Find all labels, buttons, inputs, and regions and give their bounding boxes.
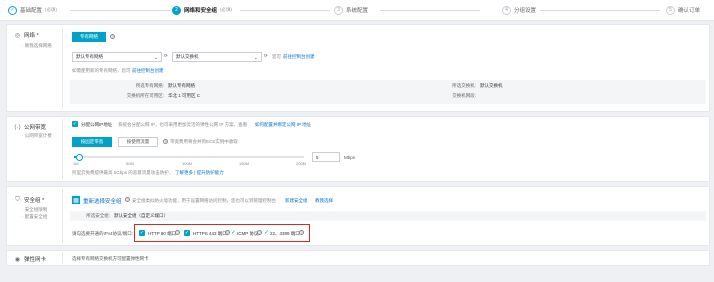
port-https-checkbox[interactable]: ✓ [184, 230, 190, 236]
shield-icon: ⛉ [15, 196, 20, 203]
chevron-down-icon: ⌄ [253, 55, 258, 61]
vswitch-hint: 您可 [272, 54, 281, 59]
public-ip-hint: 系统会分配公网 IP，也可采用更加灵活的弹性公网 IP 方案，查看 [118, 122, 248, 127]
port-icmp-label: ICMP 协议 [237, 231, 259, 236]
port-https-label: HTTPS 443 端口 [193, 231, 227, 236]
port-http-label: HTTP 80 端口 [148, 231, 177, 236]
help-icon[interactable]: ? [225, 230, 230, 235]
slider-tick: 150M [239, 161, 250, 166]
port-http-checkbox[interactable]: ✓ [139, 230, 145, 236]
step-label: 系统配置 [346, 8, 369, 14]
step-group-settings[interactable]: 4 分组设置 [502, 0, 536, 20]
network-help-link[interactable]: · 教我选择网络 [22, 43, 52, 49]
step-label: 分组设置 [514, 8, 537, 14]
public-ip-checkbox-label: 分配公网IP地址 [81, 122, 113, 127]
step-number: 4 [502, 5, 511, 15]
slider-tick: 200M [296, 161, 307, 166]
summary-key: 交换机所在可用区: [126, 93, 164, 98]
ssh-rdp-check-icon[interactable]: ✓ [264, 229, 269, 236]
public-ip-checkbox[interactable]: ✓ [72, 121, 78, 127]
grid-icon: ▦ [72, 196, 80, 204]
step-label: 确认订单 [678, 8, 701, 14]
reselect-security-group-button[interactable]: 重新选择安全组 [83, 197, 122, 205]
refresh-icon[interactable]: ⟳ [264, 53, 268, 59]
slider-tick: 100M [182, 161, 193, 166]
refresh-icon[interactable]: ⟳ [164, 53, 168, 59]
tab-vpc[interactable]: 专有网络 [72, 32, 106, 42]
step-basic-config[interactable]: ✓ 基础配置 (必填) [8, 0, 57, 20]
vpc-select[interactable]: 默认专有网络 ⌄ [72, 52, 162, 62]
panel-divider [62, 27, 63, 109]
help-icon[interactable]: ? [257, 230, 262, 235]
vpc-note: 如需使用新的专有网络，您可 [72, 68, 131, 73]
slider-tick: 1M [73, 161, 79, 166]
bandwidth-input[interactable]: 5 [312, 152, 340, 162]
panel-divider [62, 119, 63, 179]
selected-security-group-value: 默认安全组（自定义端口） [114, 213, 168, 218]
vswitch-select[interactable]: 默认交换机 ⌄ [172, 52, 262, 62]
port-ssh-rdp-label: 22、3389 端口 [270, 231, 300, 236]
public-ip-title: ⟨·⟩ 公网带宽 [14, 124, 47, 132]
security-config-link[interactable]: · 配置安全组 [22, 214, 47, 220]
security-group-hint: 安全组类似防火墙功能，用于设置网络访问控制，您也可以到管理控制台 [132, 198, 276, 203]
step-system-config[interactable]: 3 系统配置 [334, 0, 368, 20]
slider-tick: 50M [126, 161, 134, 166]
step-label: 基础配置 [20, 8, 43, 14]
ddos-footnote: 阿里云免费提供最高 5Gbps 的恶意流量攻击防护， [72, 170, 174, 175]
help-icon[interactable]: ? [175, 230, 180, 235]
summary-value: 默认专有网络 [168, 83, 195, 88]
network-title: ◎ 网络 * [14, 32, 39, 40]
step-number: 5 [666, 5, 675, 15]
summary-key: 所选专有网络: [135, 83, 164, 88]
network-summary [70, 80, 706, 104]
billing-traffic[interactable]: 按使用流量 [118, 137, 158, 147]
selected-security-group-key: 所选安全组: [86, 213, 110, 218]
step-sub: (必填) [220, 7, 233, 12]
step-number: 2 [172, 5, 181, 15]
help-icon[interactable]: ? [110, 34, 115, 39]
step-done-check-icon: ✓ [8, 5, 17, 15]
billing-fixed-bandwidth[interactable]: 按固定带宽 [72, 137, 112, 147]
step-network-security[interactable]: 2 网络和安全组 (必填) [172, 0, 232, 20]
network-card-icon: ◉ [14, 256, 21, 263]
icmp-check-icon[interactable]: ✓ [231, 229, 236, 236]
eni-hint: 选择专有网络交换机方可配置弹性网卡 [72, 256, 149, 261]
bandwidth-slider-handle[interactable] [75, 153, 83, 161]
billing-hint: 带宽费用将会并到ECS实例中收取 [170, 139, 238, 144]
step-connector [540, 10, 660, 11]
globe-icon: ◎ [14, 32, 21, 39]
security-limit-link[interactable]: · 安全组限制 [22, 207, 47, 213]
security-group-title: ⛉ 安全组 * [15, 196, 45, 205]
summary-key: 交换机网段: [452, 93, 476, 98]
ddos-learn-more-link[interactable]: 了解更多 | 提升防护能力 [175, 170, 224, 176]
how-to-choose-link[interactable]: 教我选择 [315, 198, 333, 204]
step-label: 网络和安全组 [184, 8, 218, 14]
step-number: 3 [334, 5, 343, 15]
eip-link[interactable]: 如何配置并绑定公网 IP 地址 [255, 122, 311, 128]
summary-value: 默认交换机 [480, 83, 503, 88]
create-vpc-link[interactable]: 前往控制台创建 [132, 68, 164, 74]
summary-value: 华北 1 可用区 C [168, 93, 201, 98]
eni-title: ◉ 弹性网卡 [14, 256, 47, 264]
summary-key: 所选交换机: [452, 83, 476, 88]
create-security-group-link[interactable]: 新建安全组 [285, 198, 308, 204]
help-icon[interactable]: ? [125, 197, 130, 202]
help-icon[interactable]: ? [163, 139, 168, 144]
create-vswitch-link[interactable]: 前往控制台创建 [283, 54, 315, 60]
panel-divider [62, 252, 63, 264]
step-confirm-order[interactable]: 5 确认订单 [666, 0, 700, 20]
bandwidth-unit: Mbps [344, 155, 356, 160]
panel-divider [62, 189, 63, 243]
bandwidth-billing-link[interactable]: · 公网带宽计费 [22, 133, 52, 139]
step-sub: (必填) [45, 7, 58, 12]
step-connector [240, 10, 330, 11]
help-icon[interactable]: ? [299, 230, 304, 235]
step-connector [70, 10, 170, 11]
chevron-down-icon: ⌄ [153, 55, 158, 61]
bandwidth-slider-track[interactable] [74, 156, 304, 158]
bandwidth-icon: ⟨·⟩ [14, 124, 21, 131]
step-connector [380, 10, 480, 11]
ports-label: 请勾选要开通的IPv4协议/端口: [72, 231, 134, 236]
